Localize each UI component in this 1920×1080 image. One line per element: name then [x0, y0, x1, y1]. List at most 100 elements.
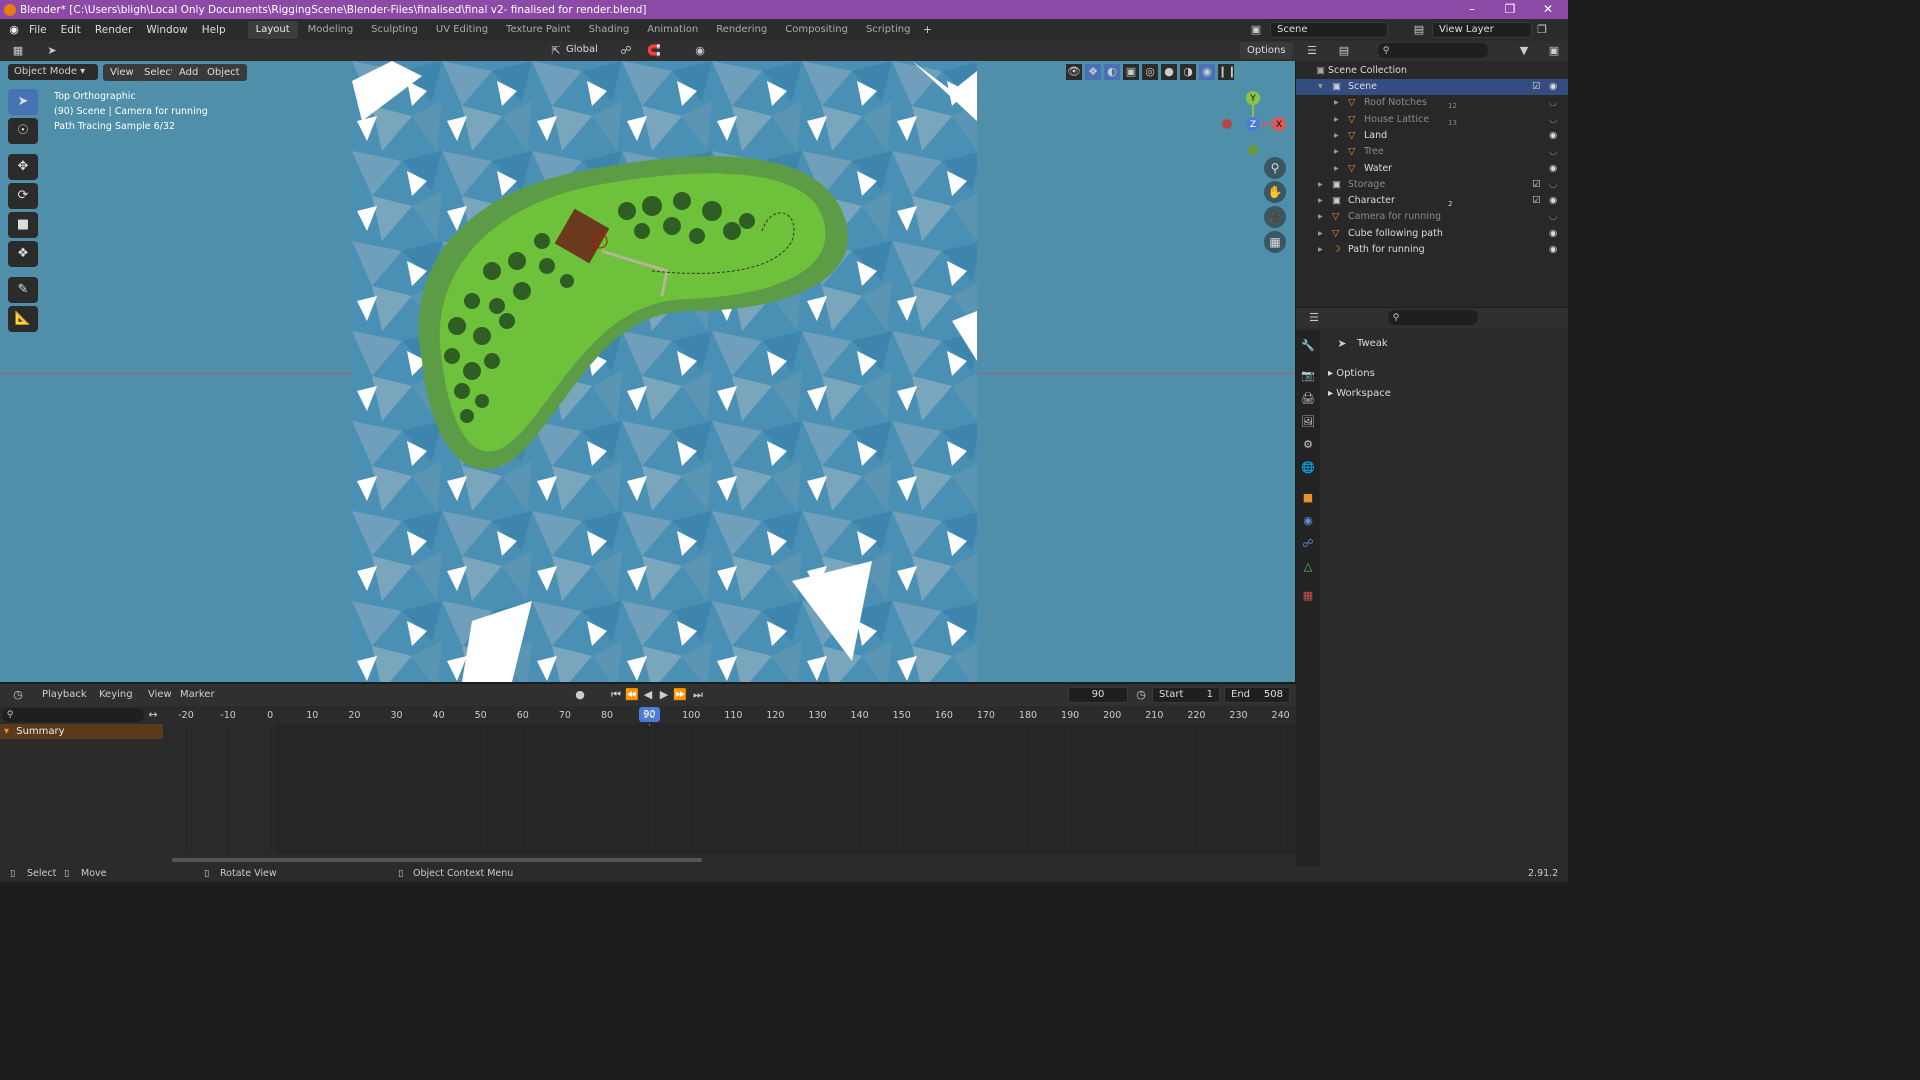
- object-data-tab-icon[interactable]: △: [1300, 559, 1316, 575]
- outliner-editor-icon[interactable]: ☰: [1304, 43, 1320, 59]
- outliner-row[interactable]: ▸ ▽ Land ◉: [1296, 128, 1568, 144]
- expand-arrow-icon[interactable]: ▸: [1318, 209, 1323, 225]
- tab-shading[interactable]: Shading: [581, 21, 638, 39]
- new-collection-icon[interactable]: ▣: [1546, 43, 1562, 59]
- menu-edit[interactable]: Edit: [54, 19, 88, 41]
- texture-tab-icon[interactable]: ▦: [1300, 588, 1316, 604]
- visibility-eye-icon[interactable]: ◡: [1549, 112, 1557, 128]
- expand-arrow-icon[interactable]: ▸: [1334, 95, 1339, 111]
- navigation-gizmo[interactable]: Y Z X: [1215, 86, 1291, 158]
- expand-arrow-icon[interactable]: ▸: [1334, 161, 1339, 177]
- visibility-eye-icon[interactable]: ◉: [1549, 161, 1557, 177]
- expand-arrow-icon[interactable]: ▸: [1318, 177, 1323, 193]
- scene-collection-row[interactable]: ▣ Scene Collection: [1296, 63, 1568, 79]
- camera-view-icon[interactable]: 🎥: [1264, 206, 1286, 228]
- menu-window[interactable]: Window: [139, 19, 194, 41]
- outliner-row[interactable]: ▾ ▣ Scene ☑ ◉: [1296, 79, 1568, 95]
- orientation-dropdown[interactable]: Global: [566, 44, 598, 55]
- tab-layout[interactable]: Layout: [247, 21, 298, 39]
- overlay-toggle-icon[interactable]: ◐: [1104, 64, 1120, 80]
- select-mode-icon[interactable]: ➤: [44, 43, 60, 59]
- expand-arrow-icon[interactable]: ▸: [1318, 242, 1323, 258]
- world-tab-icon[interactable]: 🌐: [1300, 460, 1316, 476]
- pause-render-icon[interactable]: ❙❙: [1218, 64, 1236, 80]
- material-shading-icon[interactable]: ◑: [1180, 64, 1196, 80]
- menu-render[interactable]: Render: [88, 19, 139, 41]
- start-frame-field[interactable]: Start 1: [1152, 687, 1220, 703]
- object-tab-icon[interactable]: ■: [1300, 490, 1316, 506]
- solid-shading-icon[interactable]: ●: [1161, 64, 1177, 80]
- preview-range-icon[interactable]: ◷: [1133, 687, 1149, 703]
- visibility-icon[interactable]: 👁: [1066, 64, 1082, 80]
- display-mode-icon[interactable]: ▤: [1336, 43, 1352, 59]
- scale-tool-icon[interactable]: ■: [8, 212, 38, 238]
- current-frame-field[interactable]: 90: [1068, 687, 1128, 703]
- new-view-layer-icon[interactable]: ❐: [1534, 22, 1550, 38]
- options-panel[interactable]: ▸ Options: [1328, 368, 1375, 379]
- properties-editor-icon[interactable]: ☰: [1306, 310, 1322, 326]
- minimize-icon[interactable]: –: [1453, 0, 1491, 19]
- menu-keying[interactable]: Keying: [99, 689, 133, 700]
- tab-uv-editing[interactable]: UV Editing: [428, 21, 496, 39]
- menu-help[interactable]: Help: [195, 19, 233, 41]
- exclude-checkbox[interactable]: ☑: [1532, 79, 1541, 95]
- menu-object[interactable]: Object: [200, 64, 247, 81]
- exclude-checkbox[interactable]: ☑: [1532, 177, 1541, 193]
- expand-arrow-icon[interactable]: ▸: [1334, 112, 1339, 128]
- zoom-icon[interactable]: ⚲: [1264, 157, 1286, 179]
- close-icon[interactable]: ✕: [1529, 0, 1567, 19]
- tab-rendering[interactable]: Rendering: [708, 21, 775, 39]
- prev-keyframe-icon[interactable]: ⏪: [624, 687, 640, 703]
- visibility-eye-icon[interactable]: ◡: [1549, 209, 1557, 225]
- scene-field[interactable]: Scene: [1270, 22, 1388, 38]
- xray-icon[interactable]: ▣: [1123, 64, 1139, 80]
- physics-tab-icon[interactable]: ◉: [1300, 513, 1316, 529]
- tab-sculpting[interactable]: Sculpting: [363, 21, 426, 39]
- wireframe-shading-icon[interactable]: ◎: [1142, 64, 1158, 80]
- visibility-eye-icon[interactable]: ◉: [1549, 128, 1557, 144]
- rendered-shading-icon[interactable]: ◉: [1199, 64, 1215, 80]
- editor-type-icon[interactable]: ▦: [10, 43, 26, 59]
- output-tab-icon[interactable]: 🖨: [1300, 391, 1316, 407]
- timeline-editor-icon[interactable]: ◷: [10, 687, 26, 703]
- view-layer-icon[interactable]: ▤: [1411, 22, 1427, 38]
- move-tool-icon[interactable]: ✥: [8, 154, 38, 180]
- view-layer-field[interactable]: View Layer: [1432, 22, 1532, 38]
- exclude-checkbox[interactable]: ☑: [1532, 193, 1541, 209]
- proportional-edit-icon[interactable]: ◉: [692, 43, 708, 59]
- rotate-tool-icon[interactable]: ⟳: [8, 183, 38, 209]
- outliner-row[interactable]: ▸ ▽ House Lattice 13 ◡: [1296, 112, 1568, 128]
- cursor-tool-icon[interactable]: ☉: [8, 118, 38, 144]
- visibility-eye-icon[interactable]: ◉: [1549, 242, 1557, 258]
- tab-animation[interactable]: Animation: [639, 21, 706, 39]
- visibility-eye-icon[interactable]: ◉: [1549, 193, 1557, 209]
- transform-tool-icon[interactable]: ❖: [8, 241, 38, 267]
- render-tab-icon[interactable]: 📷: [1300, 368, 1316, 384]
- play-reverse-icon[interactable]: ◀: [640, 687, 656, 703]
- expand-arrow-icon[interactable]: ▸: [1318, 193, 1323, 209]
- select-box-tool-icon[interactable]: ➤: [8, 89, 38, 115]
- play-icon[interactable]: ▶: [656, 687, 672, 703]
- next-keyframe-icon[interactable]: ⏩: [672, 687, 688, 703]
- visibility-eye-icon[interactable]: ◡: [1549, 95, 1557, 111]
- pivot-icon[interactable]: ☍: [618, 43, 634, 59]
- visibility-eye-icon[interactable]: ◡: [1549, 177, 1557, 193]
- timeline-search-input[interactable]: ⚲: [2, 708, 144, 722]
- scene-tab-icon[interactable]: ⚙: [1300, 437, 1316, 453]
- add-workspace-icon[interactable]: +: [919, 22, 935, 38]
- outliner-search-input[interactable]: ⚲: [1378, 43, 1488, 58]
- visibility-eye-icon[interactable]: ◉: [1549, 79, 1557, 95]
- expand-arrow-icon[interactable]: ▸: [1334, 128, 1339, 144]
- blender-menu-icon[interactable]: ◉: [6, 22, 22, 38]
- workspace-panel[interactable]: ▸ Workspace: [1328, 388, 1391, 399]
- outliner-row[interactable]: ▸ ▽ Water ◉: [1296, 161, 1568, 177]
- gizmo-neg-x[interactable]: [1222, 119, 1232, 129]
- menu-timeline-view[interactable]: View: [148, 689, 172, 700]
- outliner-row[interactable]: ▸ ▽ Cube following path ◉: [1296, 226, 1568, 242]
- gizmo-neg-y[interactable]: [1248, 145, 1258, 155]
- mode-dropdown[interactable]: Object Mode ▾: [8, 64, 98, 80]
- gizmo-toggle-icon[interactable]: ❖: [1085, 64, 1101, 80]
- snap-icon[interactable]: 🧲: [646, 43, 662, 59]
- menu-view[interactable]: View: [103, 64, 141, 81]
- sync-range-icon[interactable]: ↔: [145, 707, 161, 723]
